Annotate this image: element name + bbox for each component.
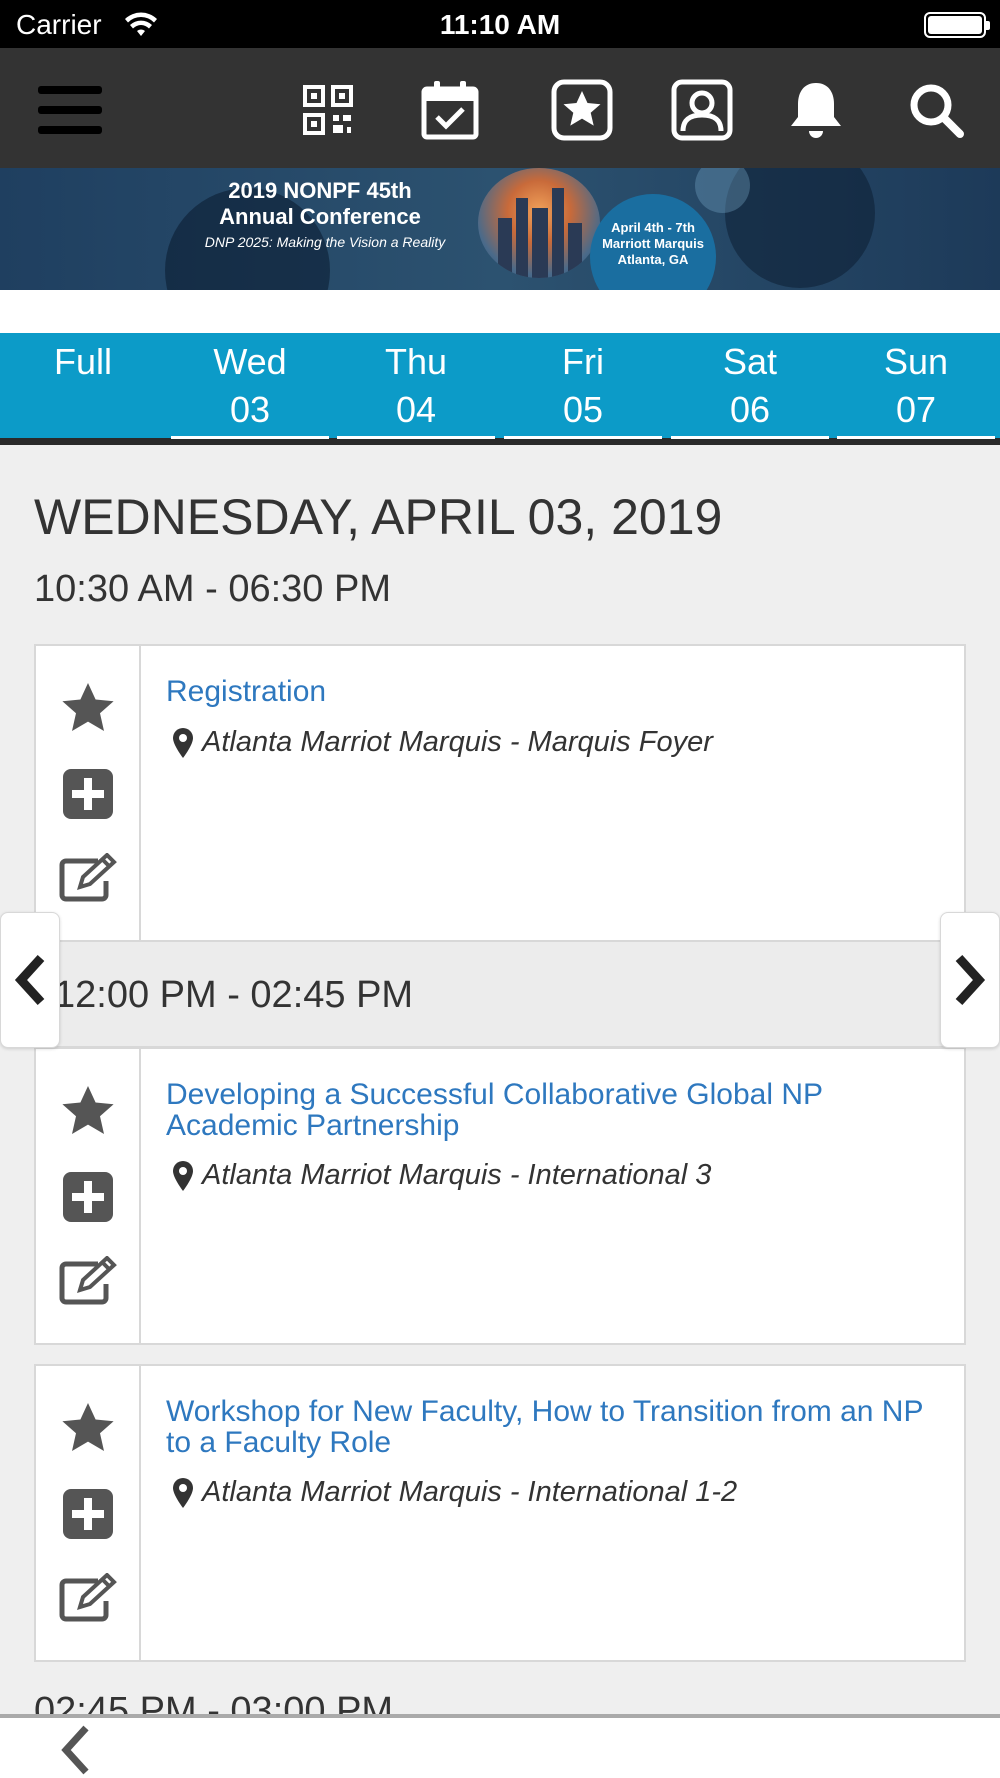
banner-title: Annual Conference bbox=[219, 204, 421, 229]
battery-icon bbox=[924, 12, 990, 38]
tab-label: Fri bbox=[562, 341, 604, 382]
session-title-link[interactable]: Registration bbox=[166, 676, 946, 707]
add-to-schedule-button[interactable] bbox=[56, 1482, 120, 1546]
session-actions bbox=[36, 646, 141, 940]
session-title-link[interactable]: Workshop for New Faculty, How to Transit… bbox=[166, 1396, 946, 1458]
session-card: Developing a Successful Collaborative Gl… bbox=[34, 1047, 966, 1345]
map-pin-icon bbox=[173, 1160, 193, 1191]
session-actions bbox=[36, 1049, 141, 1343]
location-text: Atlanta Marriot Marquis - International … bbox=[202, 1476, 738, 1508]
add-note-button[interactable] bbox=[56, 846, 120, 910]
favorite-button[interactable] bbox=[56, 676, 120, 740]
tab-sat[interactable]: Sat 06 bbox=[671, 333, 829, 439]
star-icon bbox=[62, 683, 114, 731]
add-to-schedule-button[interactable] bbox=[56, 1165, 120, 1229]
edit-note-icon bbox=[59, 1573, 117, 1622]
menu-button[interactable] bbox=[38, 78, 102, 142]
spacer bbox=[0, 290, 1000, 333]
tab-label: Wed bbox=[213, 341, 287, 382]
star-icon bbox=[62, 1086, 114, 1134]
session-location: Atlanta Marriot Marquis - International … bbox=[172, 1159, 952, 1192]
tab-wed[interactable]: Wed 03 bbox=[171, 333, 329, 439]
session-title-link[interactable]: Developing a Successful Collaborative Gl… bbox=[166, 1079, 946, 1141]
map-pin-icon bbox=[173, 727, 193, 758]
calendar-check-icon bbox=[421, 81, 479, 140]
previous-day-button[interactable] bbox=[0, 912, 60, 1048]
location-text: Atlanta Marriot Marquis - International … bbox=[202, 1159, 712, 1191]
tab-label: Sun bbox=[883, 341, 949, 382]
tab-date: 03 bbox=[229, 389, 271, 430]
plus-square-icon bbox=[63, 1489, 113, 1539]
add-note-button[interactable] bbox=[56, 1249, 120, 1313]
banner-city: Atlanta, GA bbox=[617, 252, 689, 267]
chevron-right-icon bbox=[955, 954, 986, 1006]
bell-icon bbox=[791, 83, 841, 138]
bottom-nav-bar bbox=[0, 1714, 1000, 1778]
plus-square-icon bbox=[63, 769, 113, 819]
tab-fri[interactable]: Fri 05 bbox=[504, 333, 662, 439]
contact-card-icon bbox=[671, 79, 733, 141]
tab-thu[interactable]: Thu 04 bbox=[337, 333, 495, 439]
favorites-button[interactable] bbox=[550, 78, 614, 142]
banner-tagline: DNP 2025: Making the Vision a Reality bbox=[204, 234, 446, 250]
edit-note-icon bbox=[59, 853, 117, 902]
tab-date: 07 bbox=[895, 389, 937, 430]
session-card: Workshop for New Faculty, How to Transit… bbox=[34, 1364, 966, 1662]
time-slot-heading: 10:30 AM - 06:30 PM bbox=[34, 568, 391, 610]
city-skyline-image bbox=[478, 168, 600, 278]
banner-dates: April 4th - 7th bbox=[611, 220, 695, 235]
conference-banner: 2019 NONPF 45th Annual Conference DNP 20… bbox=[0, 168, 1000, 290]
session-actions bbox=[36, 1366, 141, 1660]
clock: 11:10 AM bbox=[439, 9, 561, 40]
location-text: Atlanta Marriot Marquis - Marquis Foyer bbox=[202, 726, 713, 758]
banner-venue: Marriott Marquis bbox=[602, 236, 704, 251]
menu-icon bbox=[38, 86, 102, 134]
add-note-button[interactable] bbox=[56, 1566, 120, 1630]
status-bar: Carrier 11:10 AM bbox=[0, 0, 1000, 48]
session-card: Registration Atlanta Marriot Marquis - M… bbox=[34, 644, 966, 942]
star-icon bbox=[62, 1403, 114, 1451]
map-pin-icon bbox=[173, 1477, 193, 1508]
notifications-button[interactable] bbox=[784, 78, 848, 142]
top-toolbar bbox=[0, 48, 1000, 168]
tab-label: Thu bbox=[384, 341, 448, 382]
tab-label: Sat bbox=[722, 341, 778, 382]
tab-sun[interactable]: Sun 07 bbox=[837, 333, 995, 439]
qr-code-icon bbox=[303, 85, 353, 135]
edit-note-icon bbox=[59, 1256, 117, 1305]
tab-label: Full bbox=[53, 341, 112, 382]
search-button[interactable] bbox=[904, 78, 968, 142]
profile-button[interactable] bbox=[670, 78, 734, 142]
back-button[interactable] bbox=[50, 1722, 100, 1778]
banner-title: 2019 NONPF 45th bbox=[228, 178, 412, 203]
plus-square-icon bbox=[63, 1172, 113, 1222]
app-screen: { "status_bar": { "carrier": "Carrier", … bbox=[0, 0, 1000, 1778]
qr-code-button[interactable] bbox=[296, 78, 360, 142]
favorite-button[interactable] bbox=[56, 1396, 120, 1460]
day-tabs: Full Wed 03 Thu 04 Fri 05 Sat 06 Sun 07 bbox=[0, 333, 1000, 445]
session-location: Atlanta Marriot Marquis - Marquis Foyer bbox=[172, 726, 952, 759]
day-heading: WEDNESDAY, APRIL 03, 2019 bbox=[34, 489, 723, 545]
chevron-left-icon bbox=[14, 954, 45, 1006]
tab-date: 05 bbox=[562, 389, 604, 430]
search-icon bbox=[910, 84, 964, 138]
favorite-button[interactable] bbox=[56, 1079, 120, 1143]
tab-date: 04 bbox=[395, 389, 437, 430]
add-to-schedule-button[interactable] bbox=[56, 762, 120, 826]
tab-date: 06 bbox=[729, 389, 771, 430]
time-slot-heading: 12:00 PM - 02:45 PM bbox=[54, 974, 414, 1016]
next-day-button[interactable] bbox=[940, 912, 1000, 1048]
chevron-left-icon bbox=[61, 1725, 89, 1775]
tab-full[interactable]: Full bbox=[4, 333, 162, 439]
my-schedule-button[interactable] bbox=[418, 78, 482, 142]
time-slot-bar: 12:00 PM - 02:45 PM bbox=[34, 940, 966, 1048]
session-location: Atlanta Marriot Marquis - International … bbox=[172, 1476, 952, 1509]
star-badge-icon bbox=[551, 79, 613, 141]
